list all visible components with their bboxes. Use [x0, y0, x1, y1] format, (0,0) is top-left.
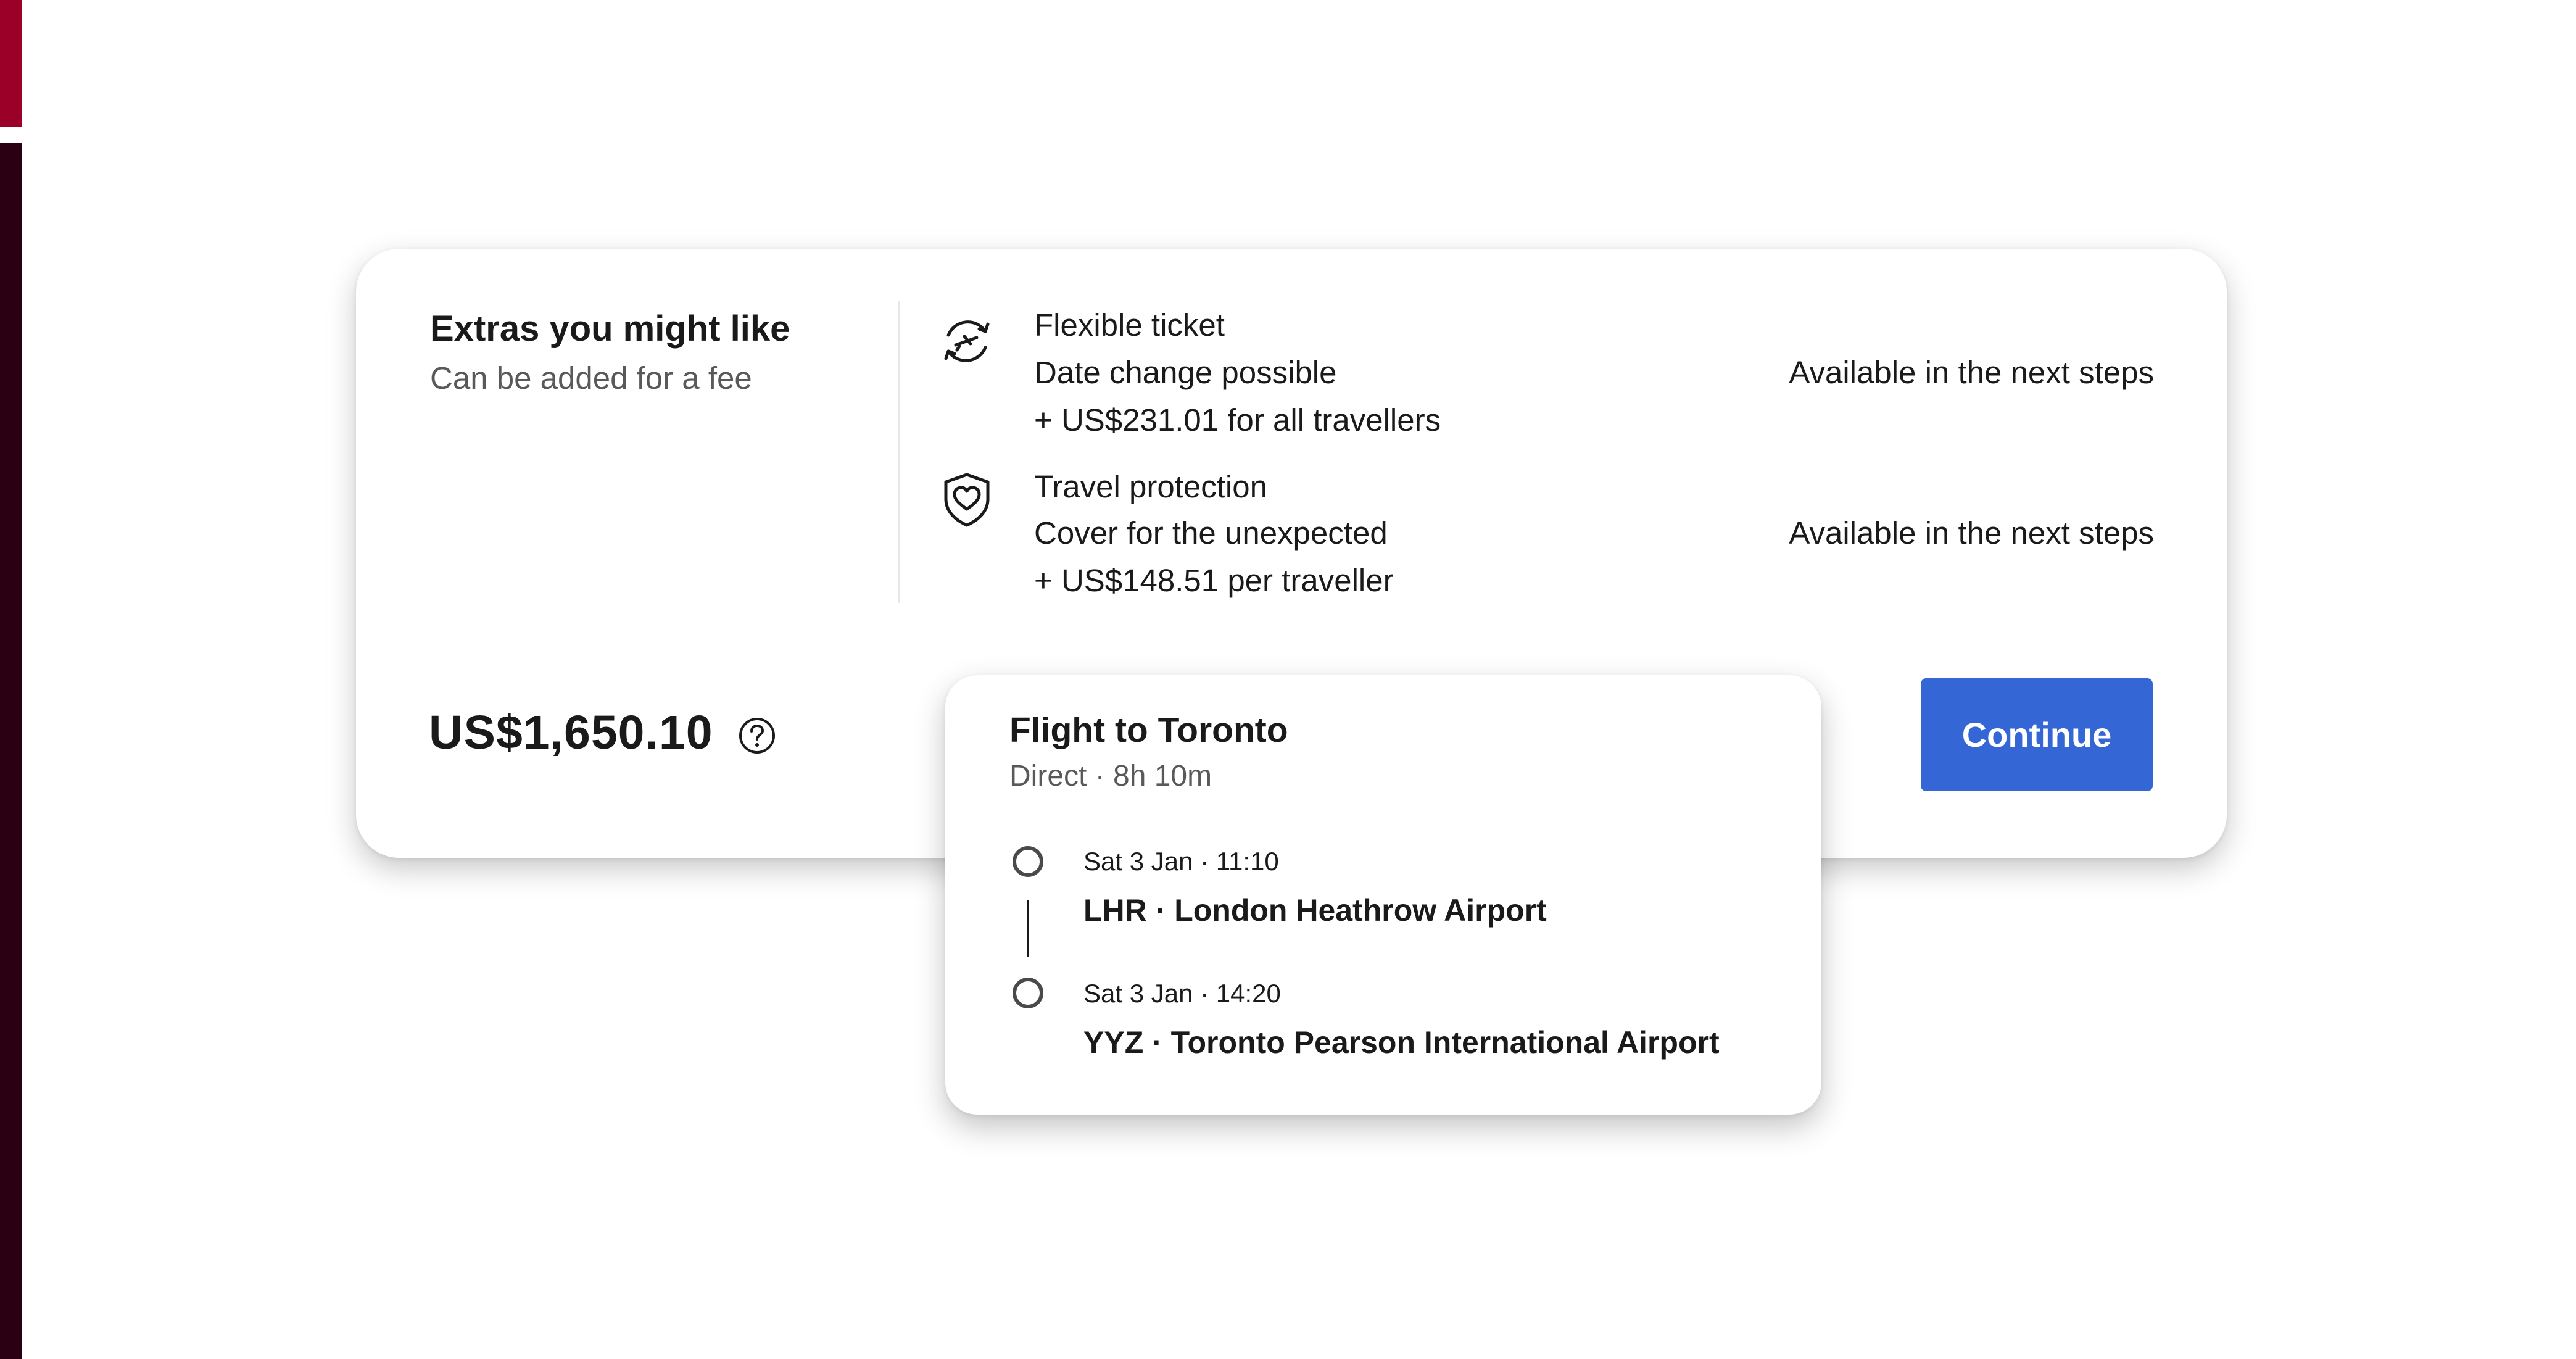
arrival-airport: YYZ · Toronto Pearson International Airp…: [1083, 1025, 1720, 1060]
extra-name: Travel protection: [1034, 469, 1267, 504]
flight-title: Flight to Toronto: [1009, 710, 1288, 750]
extra-name: Flexible ticket: [1034, 307, 1225, 343]
total-price: US$1,650.10: [429, 706, 713, 759]
window-edge-gap: [0, 127, 22, 143]
route-line: [1027, 900, 1029, 957]
continue-button[interactable]: Continue: [1921, 678, 2153, 791]
question-circle-icon[interactable]: [737, 716, 777, 755]
flight-subtitle: Direct · 8h 10m: [1009, 760, 1212, 792]
extra-price: + US$231.01 for all travellers: [1034, 402, 1441, 438]
flight-details-popover: Flight to Toronto Direct · 8h 10m Sat 3 …: [945, 675, 1821, 1115]
arrival-time: Sat 3 Jan · 14:20: [1083, 979, 1281, 1008]
departure-time: Sat 3 Jan · 11:10: [1083, 847, 1279, 876]
extra-availability: Available in the next steps: [1789, 355, 2154, 390]
flexible-ticket-icon: [944, 320, 990, 362]
extra-description: Cover for the unexpected: [1034, 515, 1388, 551]
extra-price: + US$148.51 per traveller: [1034, 563, 1394, 598]
window-edge-top: [0, 0, 22, 127]
extra-description: Date change possible: [1034, 355, 1337, 390]
departure-airport: LHR · London Heathrow Airport: [1083, 893, 1547, 928]
extras-title: Extras you might like: [430, 309, 790, 349]
arrival-circle-icon: [1013, 978, 1043, 1008]
section-divider: [898, 301, 900, 603]
heart-shield-icon: [944, 473, 990, 527]
departure-circle-icon: [1013, 846, 1043, 877]
extras-subtitle: Can be added for a fee: [430, 360, 752, 396]
window-edge-bottom: [0, 143, 22, 1359]
extra-availability: Available in the next steps: [1789, 515, 2154, 551]
